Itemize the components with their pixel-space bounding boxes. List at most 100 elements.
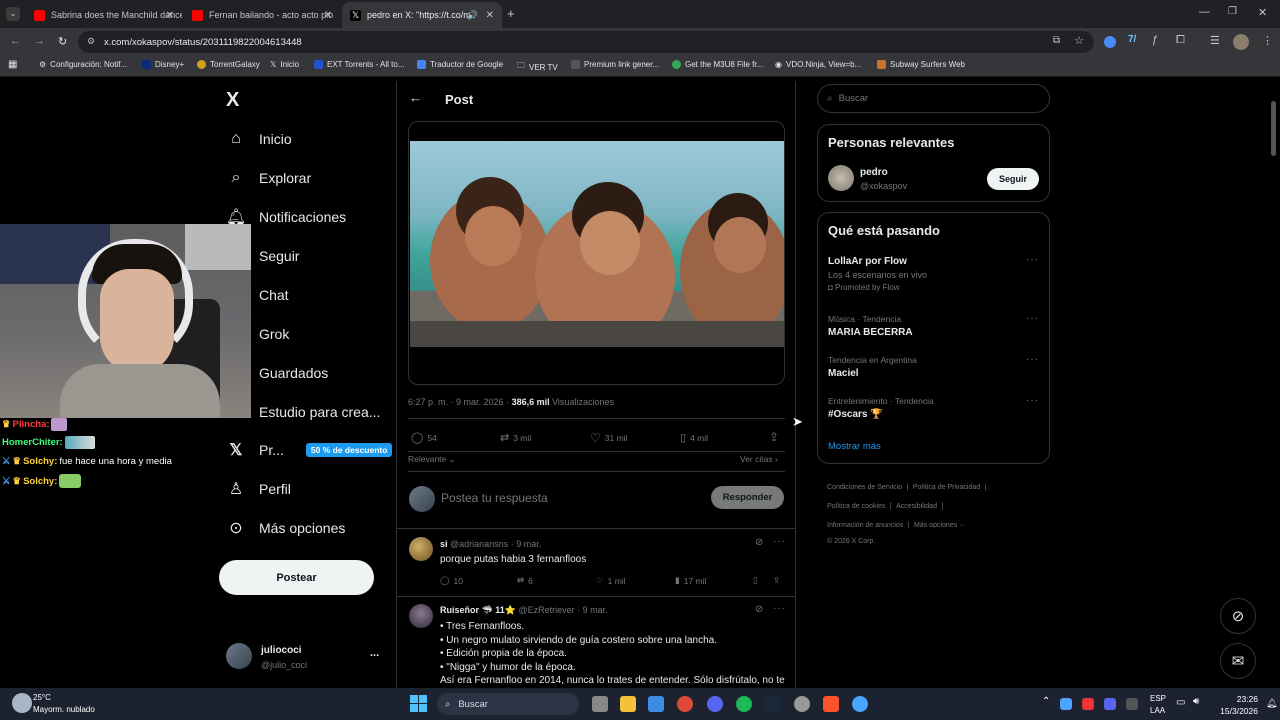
tray-icon[interactable] — [1060, 698, 1072, 710]
more-icon[interactable]: ··· — [1026, 354, 1039, 365]
reading-list-icon[interactable]: ☰ — [1210, 34, 1220, 47]
tray-icon[interactable] — [1104, 698, 1116, 710]
back-icon[interactable]: ← — [10, 35, 21, 47]
avatar[interactable] — [226, 643, 252, 669]
grok-icon[interactable]: ⊘ — [755, 604, 763, 615]
tab-3[interactable]: 𝕏 pedro en X: "https://t.co/m 🔊 ✕ — [342, 2, 502, 28]
grok-icon[interactable]: ⊘ — [755, 537, 763, 548]
obs-icon[interactable] — [794, 696, 810, 712]
tray-icon[interactable] — [1126, 698, 1138, 710]
menu-icon[interactable]: ⋮ — [1262, 34, 1273, 47]
cast-icon[interactable]: ⧉ — [1053, 35, 1060, 46]
like-count[interactable]: ♡ 31 mil — [590, 431, 627, 445]
close-icon[interactable]: ✕ — [324, 10, 332, 21]
video-player[interactable] — [408, 121, 785, 385]
sort-dropdown[interactable]: Relevante ⌄ — [408, 454, 456, 465]
network-icon[interactable]: ▭ — [1176, 697, 1185, 708]
trend-item[interactable]: Entretenimiento · Tendencia #Oscars 🏆 — [828, 396, 934, 420]
discord-icon[interactable] — [707, 696, 723, 712]
sidebar-item-explorar[interactable]: ⌕ Explorar — [227, 169, 312, 187]
bookmark-item[interactable]: EXT Torrents - All to... — [314, 60, 405, 69]
notification-bell-icon[interactable]: 🔔︎ — [1266, 698, 1277, 709]
follow-button[interactable]: Seguir — [987, 168, 1039, 190]
new-tab-button[interactable]: + — [507, 6, 515, 21]
app-icon[interactable] — [852, 696, 868, 712]
restore-icon[interactable]: ❐ — [1228, 6, 1237, 17]
account-more-icon[interactable]: ... — [370, 647, 379, 659]
bookmark-item[interactable]: ◉ VDO.Ninja, View=b... — [775, 60, 861, 69]
back-arrow-icon[interactable]: ← — [409, 90, 422, 105]
avatar[interactable] — [409, 537, 433, 561]
share-button[interactable]: ⇪ — [773, 575, 780, 586]
messages-icon[interactable]: ✉ — [1220, 643, 1256, 679]
footer-link[interactable]: Información de anuncios — [827, 522, 903, 529]
more-icon[interactable]: ··· — [773, 603, 786, 614]
repost-count[interactable]: ⇄ 6 — [517, 575, 533, 586]
reply-count[interactable]: ◯ 54 — [411, 431, 437, 444]
tab-list-button[interactable]: ⌄ — [6, 7, 20, 21]
speaker-icon[interactable]: 🔊 — [467, 10, 478, 21]
taskbar-search[interactable]: ⌕ Buscar — [437, 693, 579, 715]
close-icon[interactable]: ✕ — [486, 10, 494, 21]
post-button[interactable]: Postear — [219, 560, 374, 595]
clock-time[interactable]: 23:26 — [1218, 694, 1258, 704]
trend-item[interactable]: Tendencia en Argentina Maciel — [828, 355, 917, 379]
bookmark-item[interactable]: Premium link gener... — [571, 60, 659, 69]
minimize-icon[interactable]: — — [1199, 6, 1210, 18]
weather-icon[interactable] — [12, 693, 32, 713]
task-view-icon[interactable] — [592, 696, 608, 712]
url-input[interactable]: ⚙ x.com/xokaspov/status/2031119822004613… — [78, 31, 1094, 53]
more-icon[interactable]: ··· — [1026, 395, 1039, 406]
steam-icon[interactable] — [765, 696, 781, 712]
footer-link[interactable]: Política de Privacidad — [913, 484, 980, 491]
repost-count[interactable]: ⇄ 3 mil — [500, 431, 531, 444]
forward-icon[interactable]: → — [34, 35, 45, 47]
chevron-up-icon[interactable]: ⌃ — [1042, 696, 1050, 707]
avatar[interactable] — [409, 604, 433, 628]
share-button[interactable]: ⇪ — [769, 430, 779, 444]
extension-icon[interactable]: ƒ — [1152, 34, 1158, 46]
grok-icon[interactable]: ⊘ — [1220, 598, 1256, 634]
extension-icon[interactable]: 7/ — [1128, 34, 1136, 45]
reply-input[interactable]: Postea tu respuesta — [441, 491, 548, 505]
reload-icon[interactable]: ↻ — [58, 35, 67, 48]
input-layout[interactable]: LAA — [1150, 706, 1165, 715]
bookmark-item[interactable]: Traductor de Google — [417, 60, 503, 69]
spotify-icon[interactable] — [736, 696, 752, 712]
tab-1[interactable]: Sabrina does the Manchild dance ✕ — [26, 2, 182, 28]
apps-icon[interactable]: ▦ — [8, 59, 17, 70]
clock-date[interactable]: 15/3/2026 — [1210, 706, 1258, 716]
more-icon[interactable]: ··· — [1026, 313, 1039, 324]
reply-author[interactable]: Ruiseñor — [440, 605, 479, 615]
footer-link[interactable]: Condiciones de Servicio — [827, 484, 902, 491]
sidebar-item-mas-opciones[interactable]: ⊙ Más opciones — [227, 519, 345, 537]
show-more-link[interactable]: Mostrar más — [828, 441, 881, 452]
avatar[interactable] — [828, 165, 854, 191]
person-name[interactable]: pedro — [860, 167, 888, 178]
search-input[interactable]: ⌕ Buscar — [817, 84, 1050, 113]
scrollbar[interactable] — [1271, 101, 1276, 156]
chrome-icon[interactable] — [677, 696, 693, 712]
footer-link[interactable]: Más opciones ··· — [914, 522, 966, 529]
footer-link[interactable]: Accesibilidad — [896, 503, 937, 510]
bookmark-item[interactable]: 🗀 VER TV — [517, 60, 558, 74]
account-name[interactable]: juliococi — [261, 645, 302, 656]
reply-author[interactable]: si — [440, 539, 448, 549]
footer-link[interactable]: Política de cookies — [827, 503, 885, 510]
input-language[interactable]: ESP — [1150, 694, 1166, 703]
close-icon[interactable]: ✕ — [166, 10, 174, 21]
tab-2[interactable]: Fernan bailando - acto acto pio ✕ — [184, 2, 340, 28]
windows-start-icon[interactable] — [410, 695, 427, 712]
extension-icon[interactable] — [1104, 36, 1116, 48]
star-icon[interactable]: ☆ — [1074, 34, 1084, 47]
avatar[interactable] — [1233, 34, 1249, 50]
x-logo-icon[interactable]: X — [226, 89, 239, 112]
bookmark-item[interactable]: TorrentGalaxy — [197, 60, 260, 69]
brave-icon[interactable] — [823, 696, 839, 712]
bookmark-item[interactable]: Get the M3U8 File fr... — [672, 60, 763, 69]
store-icon[interactable] — [648, 696, 664, 712]
more-icon[interactable]: ··· — [1026, 254, 1039, 265]
trend-item[interactable]: Música · Tendencia MARIA BECERRA — [828, 314, 913, 338]
bookmark-item[interactable]: ⚙ Configuración: Notif... — [39, 60, 127, 69]
reply-count[interactable]: ◯ 10 — [440, 575, 463, 586]
